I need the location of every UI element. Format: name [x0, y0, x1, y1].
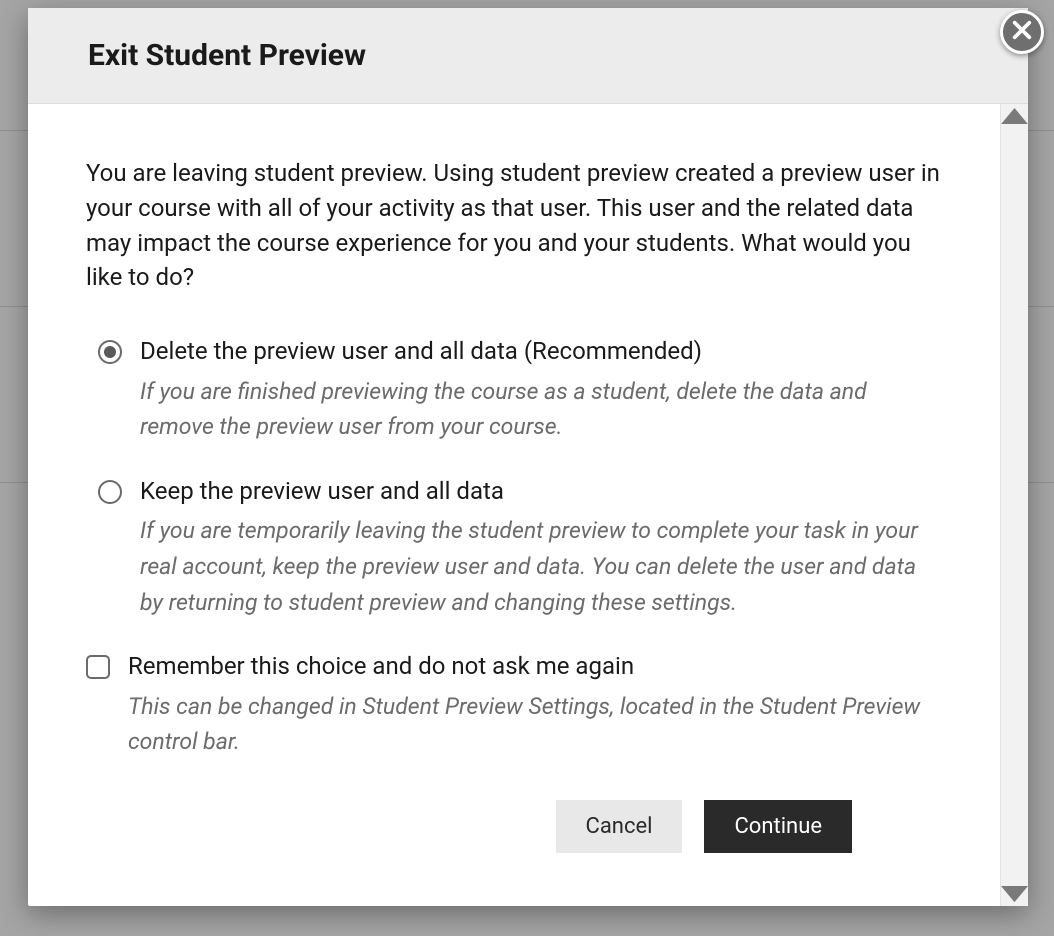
modal-body: You are leaving student preview. Using s…: [28, 104, 1000, 906]
radio-icon[interactable]: [98, 480, 122, 504]
option-keep-preview-user[interactable]: Keep the preview user and all data If yo…: [86, 475, 940, 620]
checkbox-icon[interactable]: [86, 655, 110, 679]
option-label: Keep the preview user and all data: [140, 475, 940, 507]
modal-footer: Cancel Continue: [86, 790, 912, 875]
option-text: Keep the preview user and all data If yo…: [140, 475, 940, 620]
option-text: Delete the preview user and all data (Re…: [140, 335, 940, 445]
option-description: If you are finished previewing the cours…: [140, 374, 940, 445]
scroll-up-icon[interactable]: [1001, 106, 1028, 126]
cancel-button[interactable]: Cancel: [556, 800, 683, 853]
modal-body-wrap: You are leaving student preview. Using s…: [28, 104, 1028, 906]
option-text: Remember this choice and do not ask me a…: [128, 650, 940, 760]
option-delete-preview-user[interactable]: Delete the preview user and all data (Re…: [86, 335, 940, 445]
modal-header: Exit Student Preview: [28, 8, 1028, 104]
modal-scrollbar[interactable]: [1000, 104, 1028, 906]
close-icon: [1011, 19, 1033, 45]
option-remember-choice[interactable]: Remember this choice and do not ask me a…: [86, 650, 940, 760]
modal-title: Exit Student Preview: [88, 38, 968, 73]
option-label: Delete the preview user and all data (Re…: [140, 335, 940, 367]
continue-button[interactable]: Continue: [704, 800, 852, 853]
option-description: This can be changed in Student Preview S…: [128, 689, 940, 760]
modal-intro-text: You are leaving student preview. Using s…: [86, 156, 940, 295]
exit-student-preview-modal: Exit Student Preview You are leaving stu…: [28, 8, 1028, 906]
option-description: If you are temporarily leaving the stude…: [140, 513, 940, 620]
close-button[interactable]: [1000, 10, 1044, 54]
option-label: Remember this choice and do not ask me a…: [128, 650, 940, 682]
scroll-down-icon[interactable]: [1001, 884, 1028, 904]
radio-icon[interactable]: [98, 340, 122, 364]
